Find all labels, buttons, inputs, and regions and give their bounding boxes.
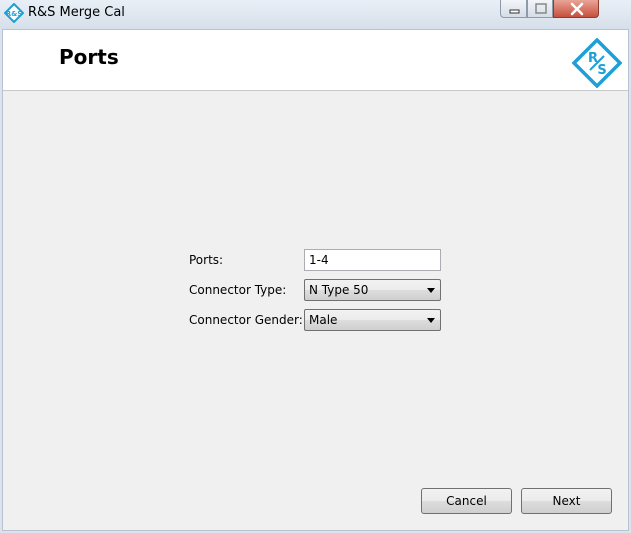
connector-gender-selected-value: Male	[309, 313, 338, 327]
dropdown-arrow-icon	[427, 318, 435, 323]
window-title: R&S Merge Cal	[28, 5, 125, 20]
page-title: Ports	[59, 45, 119, 69]
wizard-client-area: Ports R S Ports: 1-4 Connector Type: N T…	[2, 29, 629, 531]
rs-logo-icon: R&S	[4, 3, 24, 23]
minimize-button[interactable]	[500, 0, 527, 18]
connector-type-select[interactable]: N Type 50	[304, 279, 441, 301]
ports-label: Ports:	[189, 253, 224, 267]
connector-type-selected-value: N Type 50	[309, 283, 369, 297]
connector-gender-label: Connector Gender:	[189, 313, 303, 327]
rs-brand-logo-icon: R S	[572, 38, 622, 88]
maximize-button[interactable]	[527, 0, 553, 18]
ports-input[interactable]: 1-4	[304, 249, 441, 271]
wizard-header: Ports R S	[3, 30, 628, 91]
svg-text:S: S	[597, 63, 606, 78]
svg-text:R&S: R&S	[6, 10, 23, 18]
close-button[interactable]	[553, 0, 599, 18]
connector-gender-select[interactable]: Male	[304, 309, 441, 331]
ports-input-value: 1-4	[309, 253, 329, 267]
minimize-icon	[509, 9, 520, 14]
maximize-icon	[535, 3, 547, 14]
title-bar[interactable]: R&S R&S Merge Cal	[0, 0, 631, 29]
next-button[interactable]: Next	[521, 488, 612, 514]
app-window: R&S R&S Merge Cal Ports R S Ports: 1-4 C…	[0, 0, 631, 533]
cancel-button[interactable]: Cancel	[421, 488, 512, 514]
close-icon	[570, 2, 584, 16]
connector-type-label: Connector Type:	[189, 283, 287, 297]
dropdown-arrow-icon	[427, 288, 435, 293]
